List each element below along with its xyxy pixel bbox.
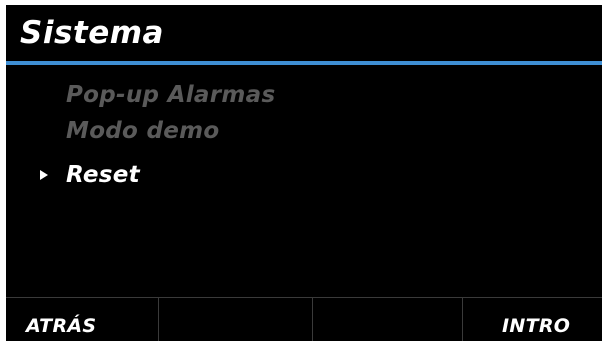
menu-item-reset[interactable]: Reset (6, 157, 602, 193)
menu-item-label: Modo demo (66, 118, 220, 144)
softkey-2[interactable] (159, 298, 308, 341)
back-softkey-label: ATRÁS (26, 315, 97, 337)
menu-item-modo-demo[interactable]: Modo demo (6, 113, 602, 149)
triangle-right-icon (40, 170, 48, 180)
enter-softkey-label: INTRO (502, 315, 571, 337)
menu-item-popup-alarmas[interactable]: Pop-up Alarmas (6, 77, 602, 113)
enter-softkey[interactable]: INTRO (463, 298, 602, 341)
back-softkey[interactable]: ATRÁS (6, 298, 155, 341)
title-bar: Sistema (6, 5, 602, 61)
device-screen: Sistema Pop-up Alarmas Modo demo Reset A… (6, 5, 602, 341)
title-underline (6, 61, 602, 65)
softkey-bar: ATRÁS INTRO (6, 297, 602, 341)
menu-item-label: Reset (66, 162, 140, 188)
menu-item-label: Pop-up Alarmas (66, 82, 276, 108)
softkey-3[interactable] (313, 298, 462, 341)
page-title: Sistema (20, 15, 164, 51)
